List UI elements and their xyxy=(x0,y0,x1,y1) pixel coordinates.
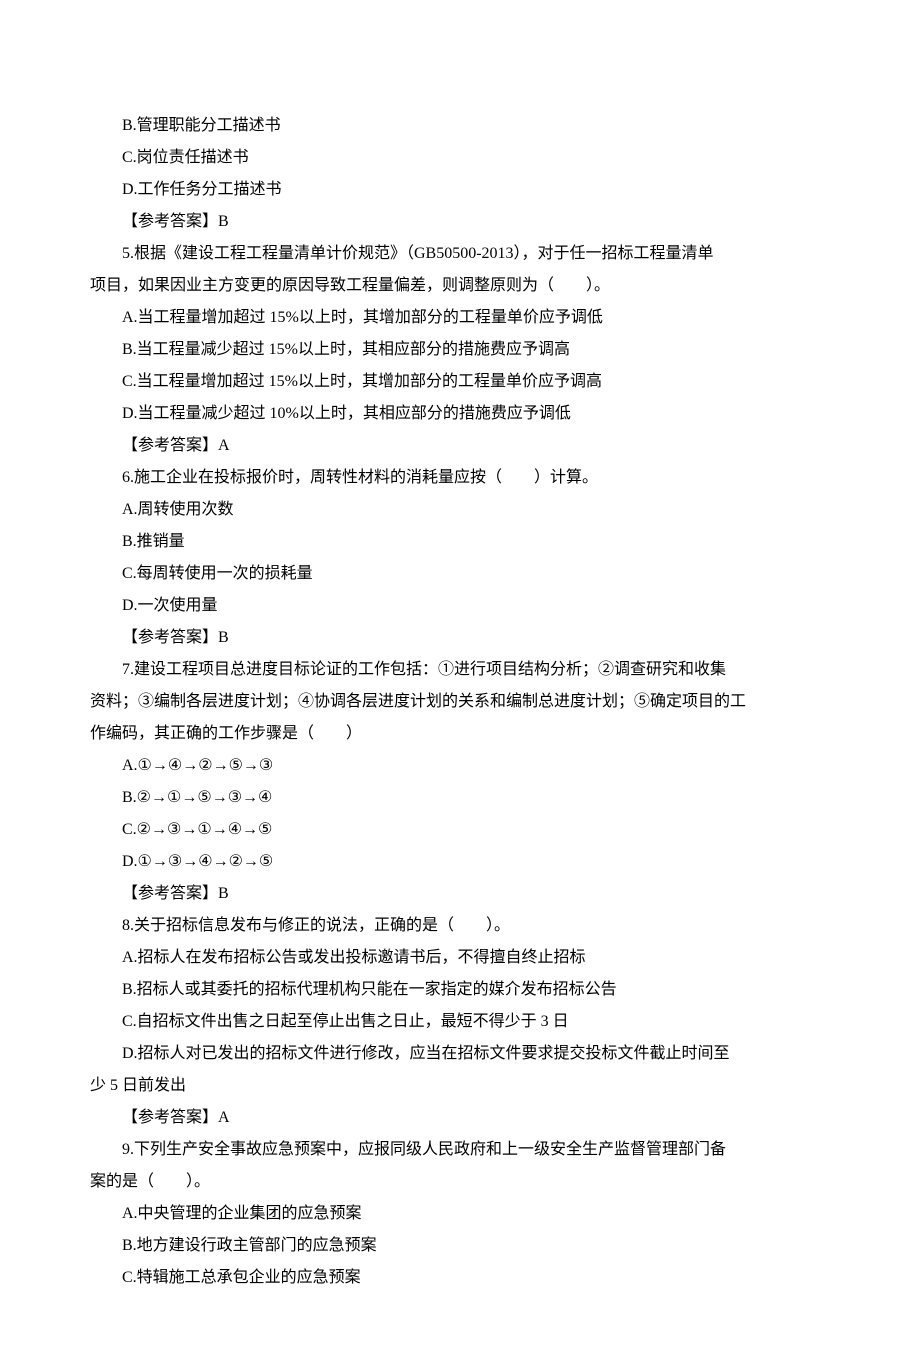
q5-stem-line1: 5.根据《建设工程工程量清单计价规范》（GB50500-2013），对于任一招标… xyxy=(90,238,830,270)
q7-stem-line2: 资料；③编制各层进度计划；④协调各层进度计划的关系和编制总进度计划；⑤确定项目的… xyxy=(90,686,830,718)
q9-option-a: A.中央管理的企业集团的应急预案 xyxy=(90,1198,830,1230)
q7-option-b: B.②→①→⑤→③→④ xyxy=(90,782,830,814)
q9-stem-line1: 9.下列生产安全事故应急预案中，应报同级人民政府和上一级安全生产监督管理部门备 xyxy=(90,1134,830,1166)
q8-option-b: B.招标人或其委托的招标代理机构只能在一家指定的媒介发布招标公告 xyxy=(90,974,830,1006)
q9-stem-line2: 案的是（ ）。 xyxy=(90,1166,830,1198)
q5-answer: 【参考答案】A xyxy=(90,430,830,462)
q5-option-b: B.当工程量减少超过 15%以上时，其相应部分的措施费应予调高 xyxy=(90,334,830,366)
q6-option-d: D.一次使用量 xyxy=(90,590,830,622)
q7-option-d: D.①→③→④→②→⑤ xyxy=(90,846,830,878)
q7-option-c: C.②→③→①→④→⑤ xyxy=(90,814,830,846)
q9-option-b: B.地方建设行政主管部门的应急预案 xyxy=(90,1230,830,1262)
q5-option-a: A.当工程量增加超过 15%以上时，其增加部分的工程量单价应予调低 xyxy=(90,302,830,334)
q6-option-c: C.每周转使用一次的损耗量 xyxy=(90,558,830,590)
q7-answer: 【参考答案】B xyxy=(90,878,830,910)
answer-partial: 【参考答案】B xyxy=(90,206,830,238)
q9-option-c: C.特辑施工总承包企业的应急预案 xyxy=(90,1262,830,1294)
q7-option-a: A.①→④→②→⑤→③ xyxy=(90,750,830,782)
option-d-partial: D.工作任务分工描述书 xyxy=(90,174,830,206)
q5-option-d: D.当工程量减少超过 10%以上时，其相应部分的措施费应予调低 xyxy=(90,398,830,430)
q8-stem: 8.关于招标信息发布与修正的说法，正确的是（ ）。 xyxy=(90,910,830,942)
q8-option-d-line2: 少 5 日前发出 xyxy=(90,1070,830,1102)
q7-stem-line3: 作编码，其正确的工作步骤是（ ） xyxy=(90,718,830,750)
q6-option-b: B.推销量 xyxy=(90,526,830,558)
q6-option-a: A.周转使用次数 xyxy=(90,494,830,526)
q6-stem: 6.施工企业在投标报价时，周转性材料的消耗量应按（ ）计算。 xyxy=(90,462,830,494)
q8-option-a: A.招标人在发布招标公告或发出投标邀请书后，不得擅自终止招标 xyxy=(90,942,830,974)
q8-answer: 【参考答案】A xyxy=(90,1102,830,1134)
option-b-partial: B.管理职能分工描述书 xyxy=(90,110,830,142)
option-c-partial: C.岗位责任描述书 xyxy=(90,142,830,174)
q8-option-d-line1: D.招标人对已发出的招标文件进行修改，应当在招标文件要求提交投标文件截止时间至 xyxy=(90,1038,830,1070)
q7-stem-line1: 7.建设工程项目总进度目标论证的工作包括：①进行项目结构分析；②调查研究和收集 xyxy=(90,654,830,686)
q5-stem-line2: 项目，如果因业主方变更的原因导致工程量偏差，则调整原则为（ ）。 xyxy=(90,270,830,302)
q6-answer: 【参考答案】B xyxy=(90,622,830,654)
q8-option-c: C.自招标文件出售之日起至停止出售之日止，最短不得少于 3 日 xyxy=(90,1006,830,1038)
q5-option-c: C.当工程量增加超过 15%以上时，其增加部分的工程量单价应予调高 xyxy=(90,366,830,398)
